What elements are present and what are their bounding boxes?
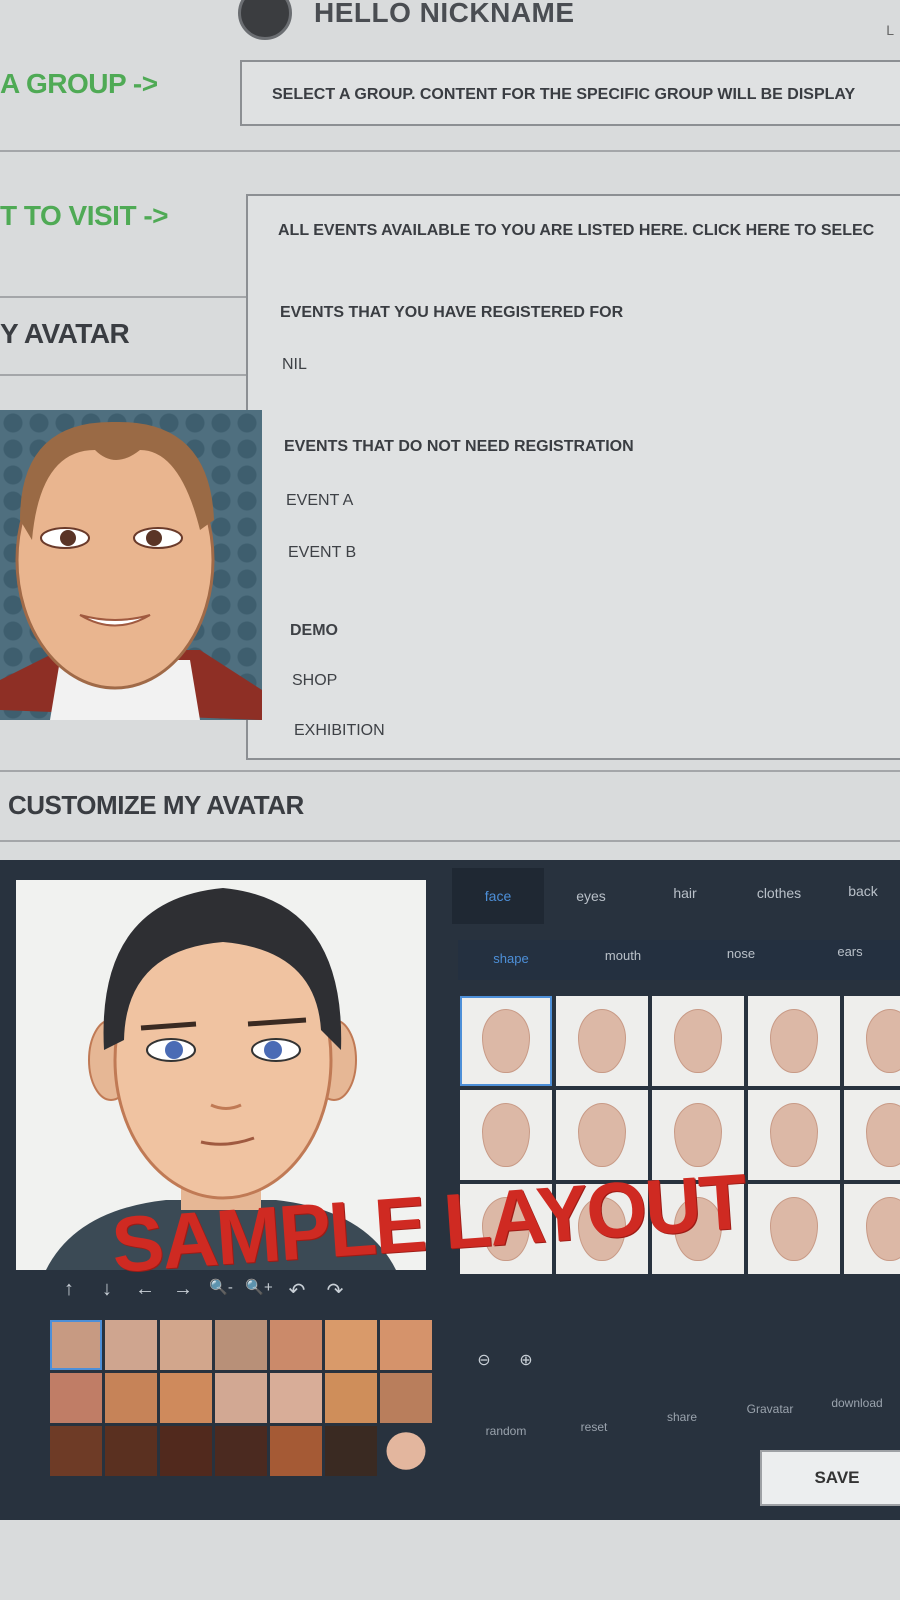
subtab-ears[interactable]: ears — [800, 940, 900, 980]
tab-face[interactable]: face — [452, 868, 544, 924]
color-swatch[interactable] — [325, 1320, 377, 1370]
demo-item[interactable]: EXHIBITION — [294, 722, 385, 740]
demo-heading: DEMO — [290, 622, 338, 639]
category-tabs: face eyes hair clothes back — [452, 868, 900, 924]
face-shape-option[interactable] — [844, 1090, 900, 1180]
color-swatch[interactable] — [105, 1320, 157, 1370]
face-shape-option[interactable] — [844, 1184, 900, 1274]
event-item[interactable]: EVENT B — [288, 544, 356, 562]
tab-clothes[interactable]: clothes — [732, 868, 826, 924]
reset-button[interactable]: reset — [550, 1420, 638, 1438]
tab-hair[interactable]: hair — [638, 868, 732, 924]
registered-heading: EVENTS THAT YOU HAVE REGISTERED FOR — [280, 304, 624, 321]
color-swatch[interactable] — [50, 1320, 102, 1370]
color-swatch[interactable] — [215, 1373, 267, 1423]
avatar-face-icon — [0, 421, 262, 720]
gravatar-button[interactable]: Gravatar — [726, 1402, 814, 1438]
tab-eyes[interactable]: eyes — [544, 868, 638, 924]
registered-value: NIL — [282, 356, 307, 373]
face-shape-option[interactable] — [748, 1090, 840, 1180]
random-button[interactable]: random — [462, 1424, 550, 1438]
color-swatch[interactable] — [105, 1426, 157, 1476]
zoom-out-icon[interactable]: ⊖ — [470, 1350, 498, 1370]
color-swatch[interactable] — [50, 1426, 102, 1476]
corner-text: L — [886, 22, 894, 38]
face-shape-option[interactable] — [556, 996, 648, 1086]
face-shape-option[interactable] — [844, 996, 900, 1086]
custom-color-picker[interactable] — [386, 1432, 426, 1470]
preview-zoom-controls: ⊖ ⊕ — [470, 1350, 540, 1370]
subcategory-tabs: shape mouth nose ears — [458, 940, 900, 980]
color-swatch[interactable] — [270, 1373, 322, 1423]
subtab-shape[interactable]: shape — [458, 940, 564, 980]
face-shape-option[interactable] — [748, 996, 840, 1086]
download-button[interactable]: download — [814, 1396, 900, 1438]
face-shape-option[interactable] — [748, 1184, 840, 1274]
color-swatch[interactable] — [325, 1373, 377, 1423]
divider — [0, 374, 246, 376]
color-swatch[interactable] — [380, 1320, 432, 1370]
move-up-icon[interactable]: ↑ — [50, 1278, 88, 1303]
zoom-in-icon[interactable]: ⊕ — [512, 1350, 540, 1370]
face-shape-option[interactable] — [652, 996, 744, 1086]
group-select-box[interactable]: SELECT A GROUP. CONTENT FOR THE SPECIFIC… — [240, 60, 900, 126]
color-swatch[interactable] — [105, 1373, 157, 1423]
color-swatch[interactable] — [270, 1426, 322, 1476]
skin-color-palette — [50, 1320, 432, 1476]
editor-actions: random reset share Gravatar download — [462, 1396, 900, 1438]
tab-back[interactable]: back — [826, 868, 900, 924]
rotate-left-icon[interactable]: ↶ — [278, 1278, 316, 1303]
color-swatch[interactable] — [215, 1426, 267, 1476]
events-box: ALL EVENTS AVAILABLE TO YOU ARE LISTED H… — [246, 194, 900, 760]
events-label: T TO VISIT -> — [0, 200, 169, 231]
group-label: A GROUP -> — [0, 68, 158, 99]
color-swatch[interactable] — [50, 1373, 102, 1423]
rotate-right-icon[interactable]: ↷ — [316, 1278, 354, 1303]
customize-heading: CUSTOMIZE MY AVATAR — [8, 790, 304, 820]
color-swatch[interactable] — [160, 1426, 212, 1476]
demo-item[interactable]: SHOP — [292, 672, 337, 690]
color-swatch[interactable] — [380, 1373, 432, 1423]
face-shape-option[interactable] — [460, 996, 552, 1086]
divider — [0, 770, 900, 772]
color-swatch[interactable] — [270, 1320, 322, 1370]
greeting-text: HELLO NICKNAME — [314, 0, 575, 28]
event-item[interactable]: EVENT A — [286, 492, 353, 510]
divider — [0, 296, 246, 298]
logo-icon — [238, 0, 292, 40]
divider — [0, 840, 900, 842]
events-intro[interactable]: ALL EVENTS AVAILABLE TO YOU ARE LISTED H… — [278, 222, 874, 240]
subtab-mouth[interactable]: mouth — [564, 940, 682, 980]
save-button[interactable]: SAVE — [760, 1450, 900, 1506]
color-swatch[interactable] — [160, 1373, 212, 1423]
avatar-heading: Y AVATAR — [0, 318, 130, 349]
avatar-image — [0, 410, 262, 720]
no-registration-heading: EVENTS THAT DO NOT NEED REGISTRATION — [284, 438, 634, 455]
share-button[interactable]: share — [638, 1410, 726, 1438]
face-shape-option[interactable] — [460, 1090, 552, 1180]
greeting-header: HELLO NICKNAME — [238, 0, 575, 40]
color-swatch[interactable] — [215, 1320, 267, 1370]
group-prompt: SELECT A GROUP. CONTENT FOR THE SPECIFIC… — [272, 86, 856, 103]
subtab-nose[interactable]: nose — [682, 940, 800, 980]
divider — [0, 150, 900, 152]
color-swatch[interactable] — [325, 1426, 377, 1476]
color-swatch[interactable] — [160, 1320, 212, 1370]
